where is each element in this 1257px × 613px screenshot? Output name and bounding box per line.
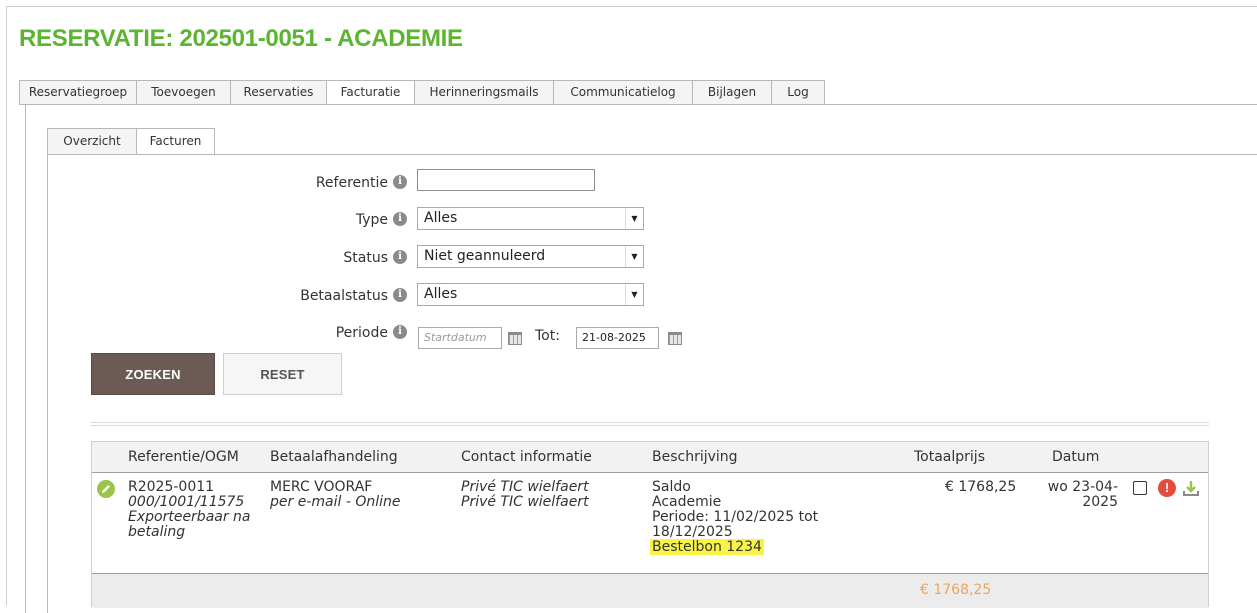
betaal-detail: per e-mail - Online (270, 494, 401, 510)
price-value: € 1768,25 (945, 479, 1017, 495)
filter-row-referentie: Referentie i (7, 172, 407, 194)
type-select[interactable]: Alles ▼ (417, 207, 644, 230)
status-select-value: Niet geannuleerd (424, 248, 546, 264)
calendar-icon[interactable] (668, 332, 682, 345)
header-referentie: Referentie/OGM (128, 449, 239, 465)
download-icon[interactable] (1182, 479, 1200, 497)
export-status-line2: betaling (128, 524, 186, 540)
header-beschrijving: Beschrijving (652, 449, 738, 465)
referentie-value: R2025-0011 (128, 479, 215, 495)
info-icon[interactable]: i (393, 250, 407, 264)
tab-bijlagen[interactable]: Bijlagen (693, 80, 772, 105)
info-icon[interactable]: i (393, 175, 407, 189)
calendar-icon[interactable] (508, 332, 522, 345)
ogm-value: 000/1001/11575 (128, 494, 245, 510)
start-date-input[interactable]: Startdatum (418, 327, 502, 349)
desc-line2: Academie (652, 494, 722, 510)
date-line1: wo 23-04- (1047, 479, 1118, 495)
desc-line1: Saldo (652, 479, 691, 495)
betaalstatus-select-value: Alles (424, 286, 458, 302)
tab-toevoegen[interactable]: Toevoegen (137, 80, 231, 105)
edit-icon[interactable] (97, 480, 115, 498)
cell-datum: wo 23-04- 2025 (1038, 480, 1118, 510)
search-button[interactable]: ZOEKEN (91, 353, 215, 395)
tab-reservaties[interactable]: Reservaties (231, 80, 327, 105)
cell-totaalprijs: € 1768,25 (945, 480, 1016, 495)
contact-line1: Privé TIC wielfaert (461, 479, 589, 495)
betaal-method: MERC VOORAF (270, 479, 373, 495)
contact-line2: Privé TIC wielfaert (461, 494, 589, 510)
info-icon[interactable]: i (393, 212, 407, 226)
tab-log[interactable]: Log (772, 80, 825, 105)
export-status-line1: Exporteerbaar na (128, 509, 251, 525)
date-line2: 2025 (1082, 494, 1118, 510)
tab-facturatie[interactable]: Facturatie (327, 80, 415, 105)
tot-label: Tot: (535, 328, 560, 344)
cell-beschrijving: Saldo Academie Periode: 11/02/2025 tot 1… (650, 479, 819, 555)
app-frame: RESERVATIE: 202501-0051 - ACADEMIE Reser… (6, 6, 1257, 613)
filter-row-periode: Periode i (7, 322, 407, 344)
total-price: € 1768,25 (920, 582, 992, 598)
highlighted-bestelbon: Bestelbon 1234 (650, 539, 764, 555)
divider (91, 422, 1209, 426)
info-icon[interactable]: i (393, 325, 407, 339)
chevron-down-icon: ▼ (625, 284, 643, 305)
tab-herinneringsmails[interactable]: Herinneringsmails (415, 80, 554, 105)
results-table: Referentie/OGM Betaalafhandeling Contact… (91, 441, 1209, 608)
filter-row-type: Type i (7, 209, 407, 231)
referentie-input[interactable] (417, 169, 595, 191)
chevron-down-icon: ▼ (625, 246, 643, 267)
warning-icon[interactable]: ! (1158, 479, 1176, 497)
reset-button[interactable]: RESET (223, 353, 342, 395)
subtab-facturen[interactable]: Facturen (137, 128, 215, 155)
status-label: Status i (343, 247, 407, 269)
filter-row-betaalstatus: Betaalstatus i (7, 285, 407, 307)
header-contact: Contact informatie (461, 449, 592, 465)
cell-referentie: R2025-0011 000/1001/11575 Exporteerbaar … (128, 480, 251, 540)
row-checkbox[interactable] (1133, 481, 1147, 495)
header-betaalafhandeling: Betaalafhandeling (270, 449, 398, 465)
cell-contact: Privé TIC wielfaert Privé TIC wielfaert (461, 480, 589, 510)
subtab-overzicht[interactable]: Overzicht (47, 128, 137, 155)
table-header: Referentie/OGM Betaalafhandeling Contact… (92, 442, 1208, 473)
status-select[interactable]: Niet geannuleerd ▼ (417, 245, 644, 268)
type-select-value: Alles (424, 210, 458, 226)
header-totaalprijs: Totaalprijs (914, 449, 985, 465)
desc-line3: Periode: 11/02/2025 tot (652, 509, 819, 525)
cell-betaalafhandeling: MERC VOORAF per e-mail - Online (270, 480, 400, 510)
periode-label: Periode i (336, 322, 407, 344)
tabs-baseline (19, 104, 1257, 105)
header-datum: Datum (1052, 449, 1100, 465)
betaalstatus-label: Betaalstatus i (300, 285, 407, 307)
filter-row-status: Status i (7, 247, 407, 269)
tab-communicatielog[interactable]: Communicatielog (554, 80, 693, 105)
chevron-down-icon: ▼ (625, 208, 643, 229)
total-row: € 1768,25 (92, 573, 1208, 608)
desc-line4: 18/12/2025 (652, 524, 733, 540)
type-label: Type i (356, 209, 407, 231)
end-date-input[interactable]: 21-08-2025 (576, 327, 659, 349)
betaalstatus-select[interactable]: Alles ▼ (417, 283, 644, 306)
tab-reservatiegroep[interactable]: Reservatiegroep (19, 80, 137, 105)
page-title: RESERVATIE: 202501-0051 - ACADEMIE (19, 25, 463, 52)
main-tabs: Reservatiegroep Toevoegen Reservaties Fa… (19, 80, 825, 105)
referentie-label: Referentie i (316, 172, 407, 194)
info-icon[interactable]: i (393, 288, 407, 302)
sub-tabs: Overzicht Facturen (47, 128, 215, 155)
